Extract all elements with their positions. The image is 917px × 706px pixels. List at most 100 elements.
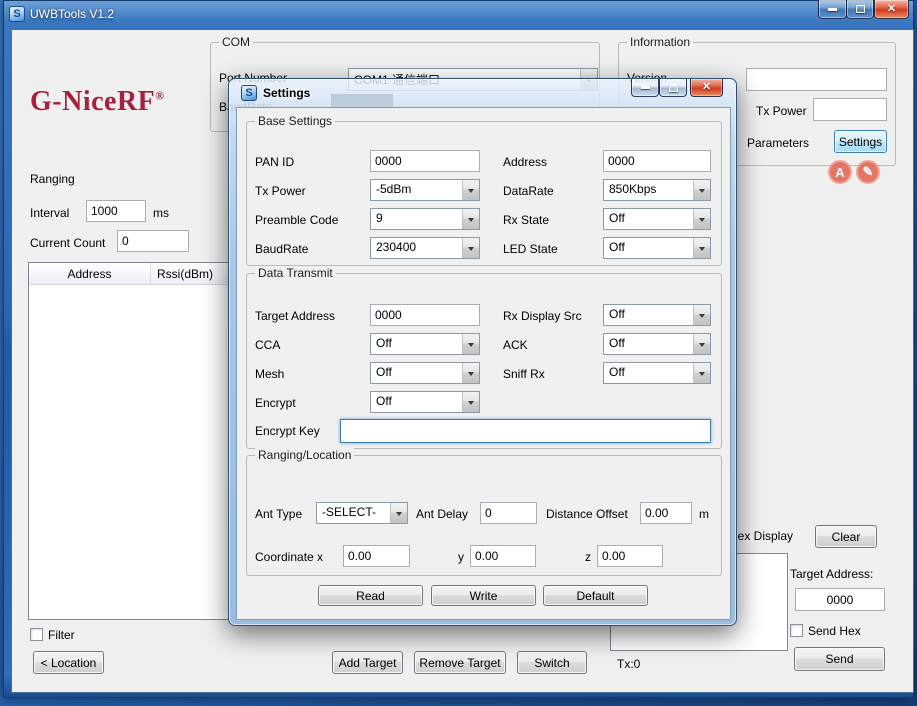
rx-state-label: Rx State [503,213,549,227]
location-button[interactable]: < Location [33,651,104,674]
preamble-code-select[interactable]: 9 [370,208,480,230]
pan-id-label: PAN ID [255,155,294,169]
led-state-label: LED State [503,242,558,256]
chevron-down-icon[interactable] [693,363,710,383]
dialog-maximize-button[interactable] [659,79,687,97]
send-hex-checkbox[interactable] [790,624,803,637]
datarate-select[interactable]: 850Kbps [603,179,711,201]
settings-dialog-icon: S [241,85,257,101]
chevron-down-icon[interactable] [693,209,710,229]
close-icon: ✕ [887,4,896,15]
mesh-select[interactable]: Off [370,362,480,384]
tx-power-field[interactable] [813,98,887,121]
baudrate-select[interactable]: 230400 [370,237,480,259]
clear-button-label: Clear [832,530,861,544]
close-button[interactable]: ✕ [874,0,909,19]
read-button[interactable]: Read [318,585,423,606]
dlg-target-address-field[interactable] [370,304,480,326]
minimize-button[interactable] [818,0,847,19]
dialog-title: Settings [263,86,310,100]
address-label: Address [503,155,547,169]
edit-icon[interactable]: ✎ [856,160,880,184]
chevron-down-icon[interactable] [462,209,479,229]
clear-button[interactable]: Clear [815,525,877,548]
chevron-down-icon[interactable] [462,334,479,354]
chevron-down-icon[interactable] [462,392,479,412]
encrypt-key-field[interactable] [340,419,711,443]
led-state-select[interactable]: Off [603,237,711,259]
maximize-button[interactable] [846,0,874,19]
rx-display-src-select[interactable]: Off [603,304,711,326]
chevron-down-icon[interactable] [462,180,479,200]
coordinate-x-field[interactable] [343,545,410,567]
send-button[interactable]: Send [794,647,885,671]
distance-unit-label: m [699,507,709,521]
mesh-label: Mesh [255,367,284,381]
chevron-down-icon[interactable] [693,334,710,354]
chevron-down-icon[interactable] [693,180,710,200]
address-field[interactable] [603,150,711,172]
ant-delay-field[interactable] [480,502,537,524]
chevron-down-icon[interactable] [693,238,710,258]
coordinate-y-field[interactable] [470,545,536,567]
coordinate-z-field[interactable] [597,545,663,567]
sniff-rx-value: Off [604,363,693,383]
cca-select[interactable]: Off [370,333,480,355]
interval-label: Interval [30,206,69,220]
pan-id-field[interactable] [370,150,480,172]
switch-button[interactable]: Switch [517,651,587,674]
datarate-value: 850Kbps [604,180,693,200]
rx-display-src-value: Off [604,305,693,325]
ant-delay-label: Ant Delay [416,507,468,521]
dialog-close-button[interactable]: ✕ [690,79,723,97]
mesh-value: Off [371,363,462,383]
column-header-address[interactable]: Address [29,263,151,284]
version-field[interactable] [746,68,887,91]
settings-dialog: S Settings ✕ Base Settings PAN ID Addres… [228,78,737,626]
target-address-label: Target Address: [790,567,873,581]
current-count-field[interactable] [117,230,189,252]
ack-select[interactable]: Off [603,333,711,355]
dialog-icon-letter: S [245,87,252,99]
preamble-code-value: 9 [371,209,462,229]
datarate-label: DataRate [503,184,554,198]
edit-glyph: ✎ [863,164,874,180]
tx-power-select[interactable]: -5dBm [370,179,480,201]
default-button[interactable]: Default [543,585,648,606]
dialog-maximize-icon [669,84,678,92]
filter-label: Filter [48,628,75,642]
chevron-down-icon[interactable] [462,363,479,383]
read-button-label: Read [356,589,385,603]
dlg-target-address-label: Target Address [255,309,335,323]
annotation-badge-icon[interactable]: A [828,160,852,184]
target-address-field[interactable] [795,588,885,611]
encrypt-label: Encrypt [255,396,296,410]
ant-type-label: Ant Type [255,507,302,521]
sniff-rx-label: Sniff Rx [503,367,545,381]
sniff-rx-select[interactable]: Off [603,362,711,384]
remove-target-button[interactable]: Remove Target [414,651,506,674]
send-hex-label: Send Hex [808,624,861,638]
baudrate-value: 230400 [371,238,462,258]
chevron-down-icon[interactable] [462,238,479,258]
led-state-value: Off [604,238,693,258]
chevron-down-icon[interactable] [693,305,710,325]
filter-checkbox[interactable] [30,628,43,641]
ant-type-select[interactable]: -SELECT- [316,502,408,524]
encrypt-select[interactable]: Off [370,391,480,413]
write-button[interactable]: Write [431,585,536,606]
distance-offset-field[interactable] [640,502,692,524]
ant-type-value: -SELECT- [317,503,390,523]
interval-field[interactable] [86,200,146,222]
dialog-minimize-button[interactable] [631,79,659,97]
base-settings-group: Base Settings PAN ID Address Tx Power -5… [246,121,722,266]
distance-offset-label: Distance Offset [546,507,628,521]
window-title: UWBTools V1.2 [30,7,114,21]
cca-value: Off [371,334,462,354]
send-button-label: Send [825,652,853,666]
rx-state-select[interactable]: Off [603,208,711,230]
chevron-down-icon[interactable] [390,503,407,523]
settings-button[interactable]: Settings [834,130,887,153]
information-group-title: Information [627,35,693,49]
add-target-button[interactable]: Add Target [332,651,403,674]
